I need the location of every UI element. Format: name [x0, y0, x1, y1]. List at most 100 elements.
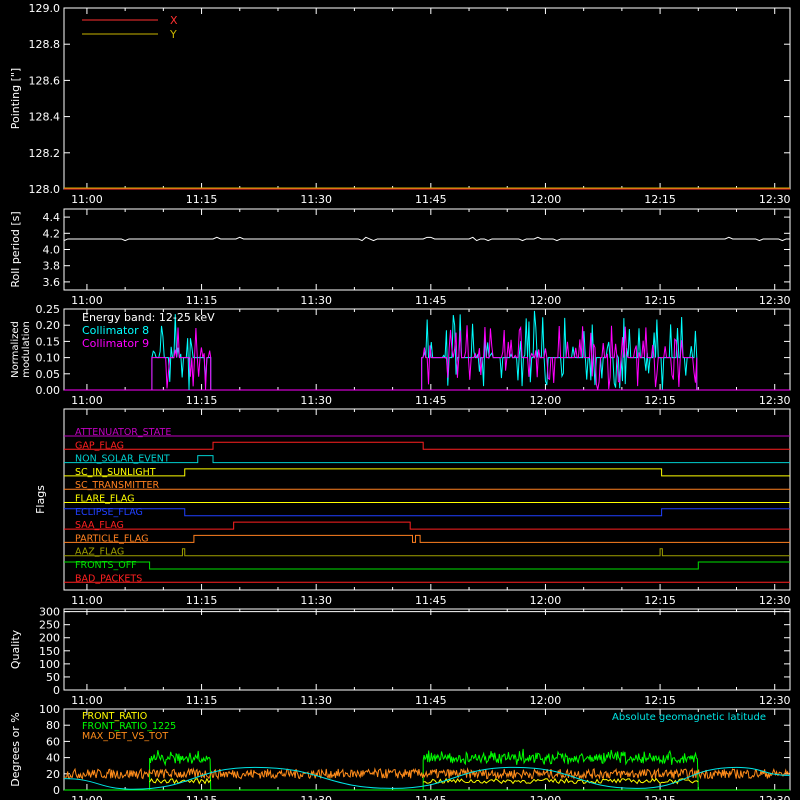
flag-label: BAD_PACKETS: [75, 573, 142, 584]
legend-entry: Y: [169, 28, 177, 41]
flag-label: ATTENUATOR_STATE: [75, 427, 171, 438]
x-tick-label: 11:15: [186, 294, 218, 307]
y-tick-label: 128.8: [29, 38, 61, 51]
x-tick-label: 11:15: [186, 394, 218, 407]
x-tick-label: 12:30: [759, 794, 791, 800]
flag-label: FRONTS_OFF: [75, 560, 137, 571]
energy-band-annotation: Energy band: 12-25 keV: [82, 311, 215, 324]
x-tick-label: 12:00: [530, 794, 562, 800]
x-tick-label: 12:30: [759, 594, 791, 607]
y-tick-label: 0.10: [36, 352, 61, 365]
x-tick-label: 12:30: [759, 294, 791, 307]
y-tick-label: 80: [46, 719, 60, 732]
x-tick-label: 11:45: [415, 193, 447, 206]
y-tick-label: 3.6: [43, 276, 61, 289]
y-tick-label: 0.20: [36, 319, 61, 332]
y-axis-label: Roll period [s]: [9, 211, 22, 287]
y-tick-label: 128.6: [29, 74, 61, 87]
y-tick-label: 50: [46, 671, 60, 684]
legend-entry: Collimator 9: [82, 337, 149, 350]
y-tick-label: 60: [46, 735, 60, 748]
x-tick-label: 12:15: [644, 294, 676, 307]
y-tick-label: 129.0: [29, 2, 61, 15]
legend-entry: X: [170, 14, 178, 27]
legend-entry: MAX_DET_VS_TOT: [82, 731, 168, 742]
right-series-label: Absolute geomagnetic latitude: [612, 712, 766, 723]
x-tick-label: 12:00: [530, 294, 562, 307]
y-tick-label: 3.8: [43, 260, 61, 273]
flag-label: NON_SOLAR_EVENT: [75, 454, 170, 465]
y-tick-label: 4.4: [43, 211, 61, 224]
x-tick-label: 12:00: [530, 594, 562, 607]
flag-label: AAZ_FLAG: [75, 547, 124, 558]
x-tick-label: 12:15: [644, 594, 676, 607]
x-tick-label: 12:15: [644, 394, 676, 407]
y-tick-label: 100: [39, 703, 60, 716]
x-tick-label: 11:30: [300, 193, 332, 206]
y-tick-label: 0.25: [36, 303, 61, 316]
x-tick-label: 11:45: [415, 394, 447, 407]
x-tick-label: 12:30: [759, 193, 791, 206]
y-tick-label: 20: [46, 768, 60, 781]
y-tick-label: 0.15: [36, 335, 61, 348]
x-tick-label: 12:30: [759, 694, 791, 707]
flag-label: GAP_FLAG: [75, 440, 124, 451]
x-tick-label: 12:00: [530, 394, 562, 407]
x-tick-label: 11:15: [186, 794, 218, 800]
y-axis-label: Degrees or %: [9, 712, 22, 786]
x-tick-label: 12:00: [530, 694, 562, 707]
x-tick-label: 11:00: [71, 193, 103, 206]
y-tick-label: 128.4: [29, 111, 61, 124]
y-tick-label: 300: [39, 606, 60, 619]
flag-label: PARTICLE_FLAG: [75, 533, 148, 544]
y-tick-label: 0.05: [36, 368, 61, 381]
flag-label: SC_TRANSMITTER: [75, 480, 160, 491]
x-tick-label: 11:00: [71, 594, 103, 607]
x-tick-label: 11:30: [300, 394, 332, 407]
x-tick-label: 11:45: [415, 694, 447, 707]
y-tick-label: 4.0: [43, 244, 61, 257]
x-tick-label: 11:45: [415, 594, 447, 607]
y-tick-label: 128.2: [29, 147, 61, 160]
legend-entry: Collimator 8: [82, 324, 149, 337]
y-axis-label: Flags: [34, 485, 47, 514]
y-tick-label: 100: [39, 658, 60, 671]
x-tick-label: 12:00: [530, 193, 562, 206]
y-axis-label-line: modulation: [21, 321, 32, 378]
flag-label: FLARE_FLAG: [75, 494, 135, 505]
x-tick-label: 11:00: [71, 794, 103, 800]
y-tick-label: 0: [53, 784, 60, 797]
x-tick-label: 11:45: [415, 794, 447, 800]
y-axis-label: Quality: [9, 629, 22, 669]
x-tick-label: 12:15: [644, 794, 676, 800]
x-tick-label: 11:30: [300, 794, 332, 800]
flag-label: SC_IN_SUNLIGHT: [75, 467, 156, 478]
spacecraft-status-chart: 11:00 11:15 11:30 11:45 12:00 12:15 12:30 128.0…: [0, 0, 800, 800]
y-tick-label: 0.00: [36, 384, 61, 397]
x-tick-label: 11:00: [71, 294, 103, 307]
x-tick-label: 11:45: [415, 294, 447, 307]
x-tick-label: 11:15: [186, 193, 218, 206]
y-tick-label: 250: [39, 619, 60, 632]
flag-label: ECLIPSE_FLAG: [75, 507, 143, 518]
x-tick-label: 11:30: [300, 694, 332, 707]
flag-label: SAA_FLAG: [75, 520, 124, 531]
y-tick-label: 150: [39, 645, 60, 658]
x-tick-label: 11:00: [71, 694, 103, 707]
y-axis-label: Pointing ["]: [9, 68, 22, 129]
y-tick-label: 4.2: [43, 227, 61, 240]
x-tick-label: 11:15: [186, 594, 218, 607]
y-tick-label: 40: [46, 752, 60, 765]
y-axis-label: Normalizedmodulation: [10, 321, 32, 378]
y-tick-label: 0: [53, 684, 60, 697]
y-tick-label: 128.0: [29, 183, 61, 196]
x-tick-label: 12:15: [644, 694, 676, 707]
x-tick-label: 12:30: [759, 394, 791, 407]
x-tick-label: 11:30: [300, 594, 332, 607]
y-axis-label-line: Normalized: [10, 321, 21, 378]
x-tick-label: 11:30: [300, 294, 332, 307]
x-tick-label: 12:15: [644, 193, 676, 206]
x-tick-label: 11:15: [186, 694, 218, 707]
x-tick-label: 11:00: [71, 394, 103, 407]
y-tick-label: 200: [39, 632, 60, 645]
